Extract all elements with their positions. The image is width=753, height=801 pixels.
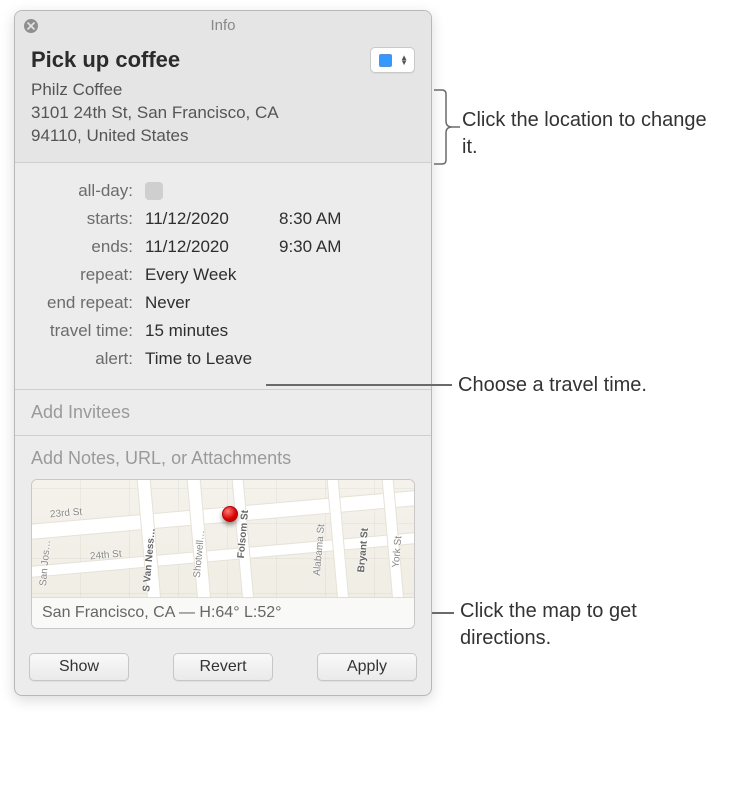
row-repeat: repeat: Every Week (31, 261, 415, 289)
event-title[interactable]: Pick up coffee (31, 47, 180, 73)
row-ends: ends: 11/12/2020 9:30 AM (31, 233, 415, 261)
ends-date[interactable]: 11/12/2020 (145, 237, 265, 257)
event-info-panel: Info Pick up coffee ▲▼ Philz Coffee 3101… (14, 10, 432, 696)
callout-bracket-location (432, 88, 462, 171)
location-address-line2: 94110, United States (31, 125, 415, 148)
label-ends: ends: (31, 237, 145, 257)
all-day-checkbox[interactable] (145, 182, 163, 200)
label-end-repeat: end repeat: (31, 293, 145, 313)
starts-time[interactable]: 8:30 AM (265, 209, 415, 229)
event-details: all-day: starts: 11/12/2020 8:30 AM ends… (15, 163, 431, 390)
label-starts: starts: (31, 209, 145, 229)
chevron-updown-icon: ▲▼ (400, 55, 408, 65)
row-travel-time: travel time: 15 minutes (31, 317, 415, 345)
callout-line-travel (266, 384, 452, 386)
ends-time[interactable]: 9:30 AM (265, 237, 415, 257)
close-button[interactable] (24, 19, 38, 33)
event-location[interactable]: Philz Coffee 3101 24th St, San Francisco… (31, 79, 415, 148)
apply-button[interactable]: Apply (317, 653, 417, 681)
window-title: Info (210, 17, 235, 34)
add-invitees-field[interactable]: Add Invitees (15, 390, 431, 436)
map-preview[interactable]: 23rd St 24th St S Van Ness… Shotwell… Fo… (31, 479, 415, 629)
calendar-color-swatch (379, 54, 392, 67)
callout-line-map (432, 612, 454, 614)
starts-date[interactable]: 11/12/2020 (145, 209, 265, 229)
callout-location: Click the location to change it. (462, 107, 722, 161)
revert-button[interactable]: Revert (173, 653, 273, 681)
map-weather-line: San Francisco, CA — H:64° L:52° (32, 597, 414, 628)
show-button[interactable]: Show (29, 653, 129, 681)
notes-section: Add Notes, URL, or Attachments 23rd St 2… (15, 436, 431, 643)
travel-time-value[interactable]: 15 minutes (145, 321, 415, 341)
row-starts: starts: 11/12/2020 8:30 AM (31, 205, 415, 233)
repeat-value[interactable]: Every Week (145, 265, 415, 285)
callout-map: Click the map to get directions. (460, 598, 710, 652)
label-repeat: repeat: (31, 265, 145, 285)
label-all-day: all-day: (31, 181, 145, 201)
label-alert: alert: (31, 349, 145, 369)
button-bar: Show Revert Apply (15, 643, 431, 695)
calendar-picker[interactable]: ▲▼ (370, 47, 415, 73)
location-address-line1: 3101 24th St, San Francisco, CA (31, 102, 415, 125)
label-travel-time: travel time: (31, 321, 145, 341)
add-notes-field[interactable]: Add Notes, URL, or Attachments (31, 448, 415, 469)
row-all-day: all-day: (31, 177, 415, 205)
location-name: Philz Coffee (31, 79, 415, 102)
end-repeat-value[interactable]: Never (145, 293, 415, 313)
row-end-repeat: end repeat: Never (31, 289, 415, 317)
titlebar: Info (15, 11, 431, 41)
callout-travel: Choose a travel time. (458, 372, 748, 399)
map-pin-icon (222, 506, 238, 522)
event-header: Pick up coffee ▲▼ Philz Coffee 3101 24th… (15, 41, 431, 163)
row-alert: alert: Time to Leave (31, 345, 415, 373)
close-icon (27, 22, 35, 30)
alert-value[interactable]: Time to Leave (145, 349, 415, 369)
